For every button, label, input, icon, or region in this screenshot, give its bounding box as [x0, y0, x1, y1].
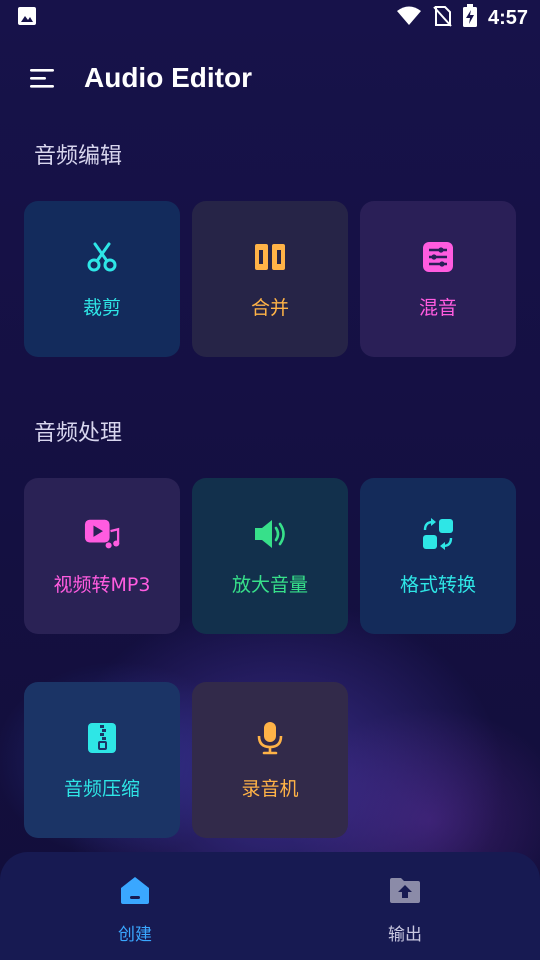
nav-create[interactable]: 创建	[0, 852, 270, 960]
audio-compress-card[interactable]: 音频压缩	[24, 682, 180, 838]
recorder-label: 录音机	[241, 777, 299, 800]
app-bar: Audio Editor	[0, 52, 540, 104]
format-convert-icon	[420, 516, 456, 552]
video-to-mp3-label: 视频转MP3	[53, 573, 151, 596]
nav-output-label: 输出	[388, 925, 422, 945]
volume-boost-card[interactable]: 放大音量	[192, 478, 348, 634]
home-icon	[119, 874, 151, 910]
menu-button[interactable]	[28, 64, 56, 92]
section-title-audio-edit: 音频编辑	[34, 144, 123, 169]
app-title: Audio Editor	[84, 62, 252, 93]
nav-create-label: 创建	[118, 925, 152, 945]
recorder-card[interactable]: 录音机	[192, 682, 348, 838]
merge-icon	[252, 239, 288, 275]
wifi-icon	[396, 5, 422, 31]
video-to-mp3-card[interactable]: 视频转MP3	[24, 478, 180, 634]
image-icon	[16, 5, 38, 31]
menu-icon	[30, 69, 54, 88]
format-convert-card[interactable]: 格式转换	[360, 478, 516, 634]
microphone-icon	[252, 720, 288, 756]
trim-label: 裁剪	[82, 296, 121, 319]
volume-boost-label: 放大音量	[231, 573, 308, 596]
format-convert-label: 格式转换	[399, 573, 476, 596]
status-bar: 4:57	[0, 0, 540, 36]
mixer-icon	[420, 239, 456, 275]
status-time: 4:57	[487, 6, 528, 29]
mix-label: 混音	[418, 296, 457, 319]
volume-up-icon	[252, 516, 288, 552]
audio-edit-grid: 裁剪 合并 混音	[24, 201, 516, 357]
trim-card[interactable]: 裁剪	[24, 201, 180, 357]
zip-file-icon	[84, 720, 120, 756]
battery-charging-icon	[462, 4, 478, 32]
scissors-icon	[84, 239, 120, 275]
video-music-icon	[84, 516, 120, 552]
nav-output[interactable]: 输出	[270, 852, 540, 960]
mix-card[interactable]: 混音	[360, 201, 516, 357]
audio-compress-label: 音频压缩	[63, 777, 140, 800]
bottom-nav: 创建 输出	[0, 852, 540, 960]
folder-upload-icon	[388, 874, 422, 910]
no-sim-icon	[432, 5, 452, 31]
section-title-audio-process: 音频处理	[34, 421, 123, 446]
audio-process-grid: 视频转MP3 放大音量 格式转换 音频压缩 录音机	[24, 478, 516, 838]
merge-card[interactable]: 合并	[192, 201, 348, 357]
merge-label: 合并	[250, 296, 289, 319]
